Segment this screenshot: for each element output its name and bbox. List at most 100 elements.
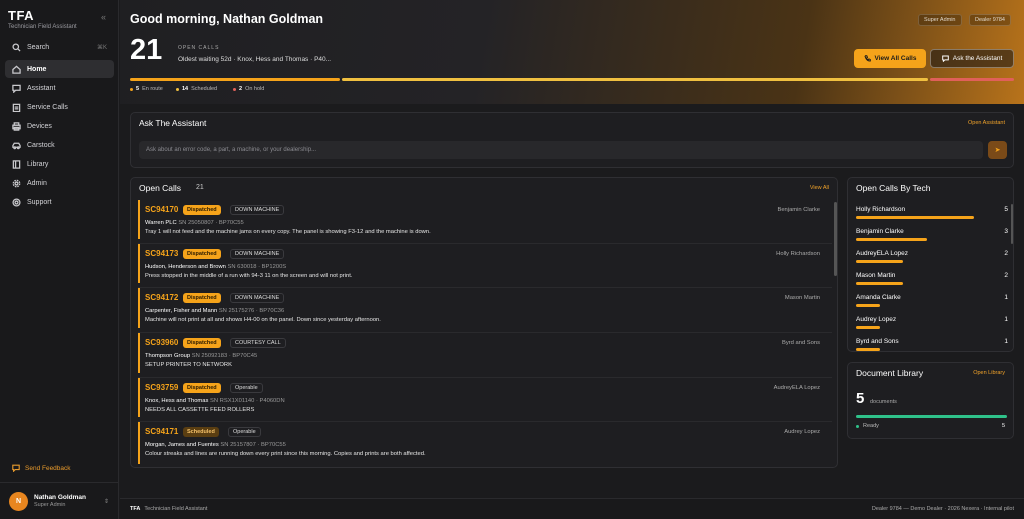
tech-count: 2 [1004, 250, 1008, 257]
tech-name: Byrd and Sons [856, 338, 899, 345]
brand: TFA Technician Field Assistant [8, 8, 77, 30]
sidebar-item-support[interactable]: Support [5, 193, 114, 211]
send-icon[interactable]: ➤ [988, 141, 1007, 159]
table-row[interactable]: SC94170 Dispatched DOWN MACHINE Warren P… [138, 200, 832, 244]
sidebar-item-label: Devices [27, 122, 52, 130]
search-button[interactable]: Search ⌘K [5, 38, 114, 56]
sidebar: TFA Technician Field Assistant « Search … [0, 0, 119, 519]
ready-bar [856, 415, 1007, 418]
tech-row[interactable]: Byrd and Sons 1 [856, 338, 1008, 351]
scheduled-count: 14 [182, 86, 189, 92]
open-assistant-link[interactable]: Open Assistant [968, 120, 1005, 126]
customer: Warren PLC SN 25050807 · BP70C55 [145, 220, 244, 226]
search-shortcut: ⌘K [96, 44, 107, 51]
tech-name: Holly Richardson [856, 206, 906, 213]
ready-dot [856, 424, 859, 428]
type-badge: Operable [228, 427, 261, 437]
legend-scheduled: 14 Scheduled [176, 86, 217, 92]
ask-assistant-label: Ask the Assistant [952, 55, 1003, 62]
search-icon [12, 42, 21, 52]
open-calls-count: 21 [130, 34, 163, 66]
chevron-updown-icon: ⇕ [103, 498, 109, 505]
customer: Carpenter, Fisher and Mann SN 25175276 ·… [145, 308, 284, 314]
legend-on-hold: 2 On hold [233, 86, 264, 92]
home-icon [12, 65, 21, 74]
hero-banner: Good morning, Nathan Goldman Super Admin… [120, 0, 1024, 104]
table-row[interactable]: SC94173 Dispatched DOWN MACHINE Hudson, … [138, 244, 832, 288]
tech-row[interactable]: AudreyELA Lopez 2 [856, 250, 1008, 263]
collapse-sidebar-icon[interactable]: « [101, 12, 106, 22]
chat-icon [941, 55, 949, 62]
call-id: SC94172 [145, 293, 179, 302]
tech-count: 1 [1004, 316, 1008, 323]
on-hold-label: On hold [245, 86, 265, 92]
calls-scrollbar[interactable] [834, 202, 837, 276]
ask-assistant-panel: Ask The Assistant Open Assistant Ask abo… [130, 112, 1014, 168]
priority-bar [138, 422, 140, 464]
call-id: SC94173 [145, 249, 179, 258]
sidebar-item-assistant[interactable]: Assistant [5, 79, 114, 97]
scheduled-bar [342, 78, 928, 81]
priority-bar [138, 288, 140, 328]
sidebar-item-admin[interactable]: Admin [5, 174, 114, 192]
type-badge: DOWN MACHINE [230, 249, 285, 259]
tech-row[interactable]: Mason Martin 2 [856, 272, 1008, 285]
document-library-panel: Document Library Open Library 5 document… [847, 362, 1014, 439]
tech-count: 3 [1004, 228, 1008, 235]
serial: SN 25092183 · BP70C45 [191, 353, 258, 359]
table-row[interactable]: SC93960 Dispatched COURTESY CALL Thompso… [138, 333, 832, 378]
description: SETUP PRINTER TO NETWORK [145, 362, 232, 368]
tech-name: Audrey Lopez [856, 316, 897, 323]
car-icon [12, 142, 21, 149]
call-id: SC93759 [145, 383, 179, 392]
tech-row[interactable]: Amanda Clarke 1 [856, 294, 1008, 307]
table-row[interactable]: SC94172 Dispatched DOWN MACHINE Carpente… [138, 288, 832, 333]
view-all-calls-button[interactable]: View All Calls [854, 49, 926, 68]
tech-name: Benjamin Clarke [856, 228, 904, 235]
open-calls-title: Open Calls [139, 183, 182, 193]
send-feedback-label: Send Feedback [25, 464, 71, 472]
view-all-link[interactable]: View All [810, 185, 829, 191]
printer-icon [12, 121, 21, 131]
sidebar-item-service-calls[interactable]: Service Calls [5, 98, 114, 116]
customer: Knox, Hess and Thomas SN RSX1X01140 · P4… [145, 398, 285, 404]
sidebar-item-home[interactable]: Home [5, 60, 114, 78]
role-pill: Super Admin [918, 14, 962, 26]
sidebar-item-label: Library [27, 160, 49, 168]
sidebar-item-label: Home [27, 65, 47, 73]
ask-assistant-button[interactable]: Ask the Assistant [930, 49, 1014, 68]
send-feedback-link[interactable]: Send Feedback [12, 464, 71, 472]
customer-name: Morgan, James and Fuentes [145, 442, 219, 448]
ask-panel-title: Ask The Assistant [139, 118, 207, 128]
table-row[interactable]: SC94171 Scheduled Operable Morgan, James… [138, 422, 832, 467]
ask-input[interactable]: Ask about an error code, a part, a machi… [139, 141, 983, 159]
scheduled-label: Scheduled [191, 86, 218, 92]
on-hold-count: 2 [239, 86, 243, 92]
sidebar-item-devices[interactable]: Devices [5, 117, 114, 135]
en-route-count: 5 [136, 86, 140, 92]
footer-app-name: Technician Field Assistant [144, 506, 208, 512]
tech-row[interactable]: Audrey Lopez 1 [856, 316, 1008, 329]
tech-count: 1 [1004, 294, 1008, 301]
sidebar-item-carstock[interactable]: Carstock [5, 136, 114, 154]
clipboard-icon [12, 103, 21, 112]
tech-bar [856, 348, 880, 351]
tech-scrollbar[interactable] [1011, 204, 1013, 244]
sidebar-item-library[interactable]: Library [5, 155, 114, 173]
tech-row[interactable]: Benjamin Clarke 3 [856, 228, 1008, 241]
assigned-tech: Mason Martin [784, 295, 820, 301]
priority-bar [138, 244, 140, 283]
serial: SN 25175276 · BP70C36 [218, 308, 285, 314]
assigned-tech: Audrey Lopez [784, 429, 820, 435]
tech-bar [856, 282, 904, 285]
user-menu[interactable]: N Nathan Goldman Super Admin ⇕ [0, 482, 119, 519]
table-row[interactable]: SC93759 Dispatched Operable Knox, Hess a… [138, 378, 832, 422]
document-count: 5 [856, 390, 865, 407]
user-role: Super Admin [34, 502, 66, 508]
customer-name: Knox, Hess and Thomas [145, 398, 209, 404]
tech-bar [856, 326, 880, 329]
open-library-link[interactable]: Open Library [973, 370, 1005, 376]
description: Press stopped in the middle of a run wit… [145, 273, 353, 279]
tech-row[interactable]: Holly Richardson 5 [856, 206, 1008, 219]
tech-name: Mason Martin [856, 272, 896, 279]
